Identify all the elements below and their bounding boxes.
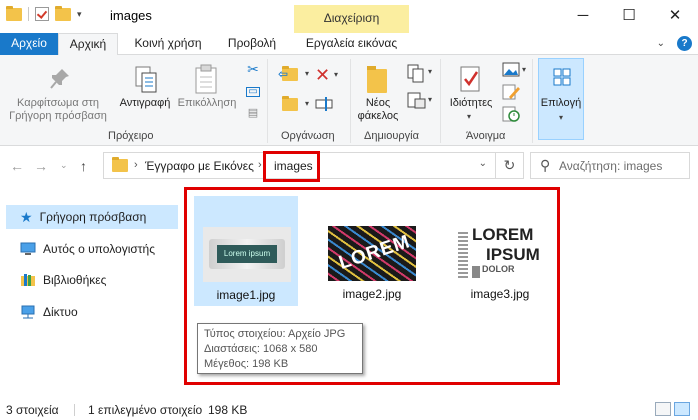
nav-item-this-pc[interactable]: Αυτός ο υπολογιστής: [6, 237, 178, 261]
large-icons-view-icon[interactable]: [674, 402, 690, 416]
nav-item-libraries[interactable]: Βιβλιοθήκες: [6, 268, 178, 292]
selection-count: 1 επιλεγμένο στοιχείο: [88, 403, 203, 417]
close-button[interactable]: ✕: [652, 0, 698, 30]
up-arrow-icon[interactable]: ↑: [80, 158, 87, 174]
select-button[interactable]: Επιλογή ▾: [538, 58, 584, 140]
tab-picture-tools[interactable]: Εργαλεία εικόνας: [294, 33, 409, 55]
back-arrow-icon[interactable]: ←: [10, 158, 24, 174]
computer-icon: [20, 242, 36, 255]
forward-arrow-icon[interactable]: →: [34, 158, 48, 174]
rename-icon[interactable]: [315, 95, 335, 113]
address-folder-icon: [112, 157, 128, 172]
properties-icon[interactable]: [35, 7, 49, 21]
delete-icon[interactable]: ✕: [315, 65, 330, 86]
window-controls: ─ ☐ ✕: [560, 0, 698, 30]
group-label-clipboard: Πρόχειρο: [108, 130, 154, 142]
libraries-icon: [21, 274, 35, 286]
star-icon: ★: [20, 208, 33, 225]
copy-path-icon[interactable]: ▭: [246, 87, 260, 97]
pin-icon: [50, 69, 69, 89]
highlight-box-breadcrumb: [263, 151, 320, 182]
new-folder-icon[interactable]: [55, 5, 71, 21]
group-label-organize: Οργάνωση: [281, 130, 335, 142]
nav-item-quick-access[interactable]: ★ Γρήγορη πρόσβαση: [6, 205, 178, 229]
ribbon: Καρφίτσωμα στη Γρήγορη πρόσβαση Αντιγραφ…: [0, 55, 698, 146]
breadcrumb-separator-icon[interactable]: ›: [258, 159, 262, 171]
customize-toolbar-dropdown-icon[interactable]: ▾: [77, 9, 82, 20]
properties-button[interactable]: Ιδιότητες: [444, 97, 498, 110]
breadcrumb-separator-icon[interactable]: ›: [134, 159, 138, 171]
file-info-tooltip: Τύπος στοιχείου: Αρχείο JPG Διαστάσεις: …: [197, 323, 363, 374]
nav-item-network[interactable]: Δίκτυο: [6, 300, 178, 324]
tab-home[interactable]: Αρχική: [58, 33, 118, 56]
status-bar: 3 στοιχεία 1 επιλεγμένο στοιχείο 198 KB: [0, 398, 698, 420]
title-bar: ▾ images Διαχείριση ─ ☐ ✕: [0, 0, 698, 33]
breadcrumb-documents-with-images[interactable]: Έγγραφο με Εικόνες: [145, 159, 254, 173]
new-folder-button[interactable]: Νέος φάκελος: [356, 97, 400, 123]
folder-icon: [6, 5, 22, 21]
details-view-icon[interactable]: [655, 402, 671, 416]
ribbon-tab-bar: Αρχείο Αρχική Κοινή χρήση Προβολή Εργαλε…: [0, 33, 698, 56]
search-icon: ⚲: [540, 157, 551, 173]
search-box[interactable]: ⚲: [530, 152, 690, 179]
pin-quick-access-button[interactable]: Καρφίτσωμα στη Γρήγορη πρόσβαση: [4, 97, 112, 123]
network-icon: [21, 305, 35, 319]
window-title: images: [110, 8, 152, 23]
tab-share[interactable]: Κοινή χρήση: [122, 33, 214, 55]
maximize-button[interactable]: ☐: [606, 0, 652, 30]
new-item-icon[interactable]: [406, 63, 428, 83]
copy-icon: [135, 66, 157, 93]
refresh-icon[interactable]: ↻: [495, 153, 523, 178]
quick-access-toolbar: ▾: [6, 5, 82, 21]
tab-view[interactable]: Προβολή: [218, 33, 286, 55]
search-input[interactable]: [559, 157, 687, 175]
item-count: 3 στοιχεία: [6, 403, 59, 417]
contextual-tab-manage[interactable]: Διαχείριση: [294, 5, 409, 33]
address-dropdown-icon[interactable]: ⌄: [479, 158, 487, 169]
tab-file[interactable]: Αρχείο: [0, 33, 58, 55]
history-icon[interactable]: [501, 105, 521, 123]
move-to-icon[interactable]: ⇦: [278, 65, 302, 83]
navigation-pane: ★ Γρήγορη πρόσβαση Αυτός ο υπολογιστής Β…: [0, 186, 182, 398]
help-icon[interactable]: ?: [677, 36, 692, 51]
paste-button[interactable]: Επικόλληση: [176, 97, 238, 110]
copy-to-icon[interactable]: [278, 95, 302, 113]
paste-icon: [195, 64, 217, 94]
cut-icon[interactable]: ✂: [247, 61, 259, 78]
group-label-open: Άνοιγμα: [466, 130, 506, 142]
vertical-scrollbar[interactable]: [684, 186, 698, 398]
easy-access-icon[interactable]: [406, 91, 428, 111]
open-image-icon[interactable]: [501, 61, 523, 81]
edit-icon[interactable]: [501, 83, 521, 101]
copy-button[interactable]: Αντιγραφή: [112, 97, 178, 110]
select-icon: [553, 68, 571, 86]
properties-large-icon: [460, 66, 480, 92]
recent-locations-icon[interactable]: ⌄: [60, 160, 68, 171]
selection-size: 198 KB: [208, 403, 248, 417]
expand-ribbon-icon[interactable]: ⌄: [657, 38, 665, 49]
group-label-new: Δημιουργία: [364, 130, 419, 142]
minimize-button[interactable]: ─: [560, 0, 606, 30]
paste-shortcut-icon[interactable]: ▤: [248, 106, 258, 119]
new-folder-large-icon: [367, 65, 387, 93]
